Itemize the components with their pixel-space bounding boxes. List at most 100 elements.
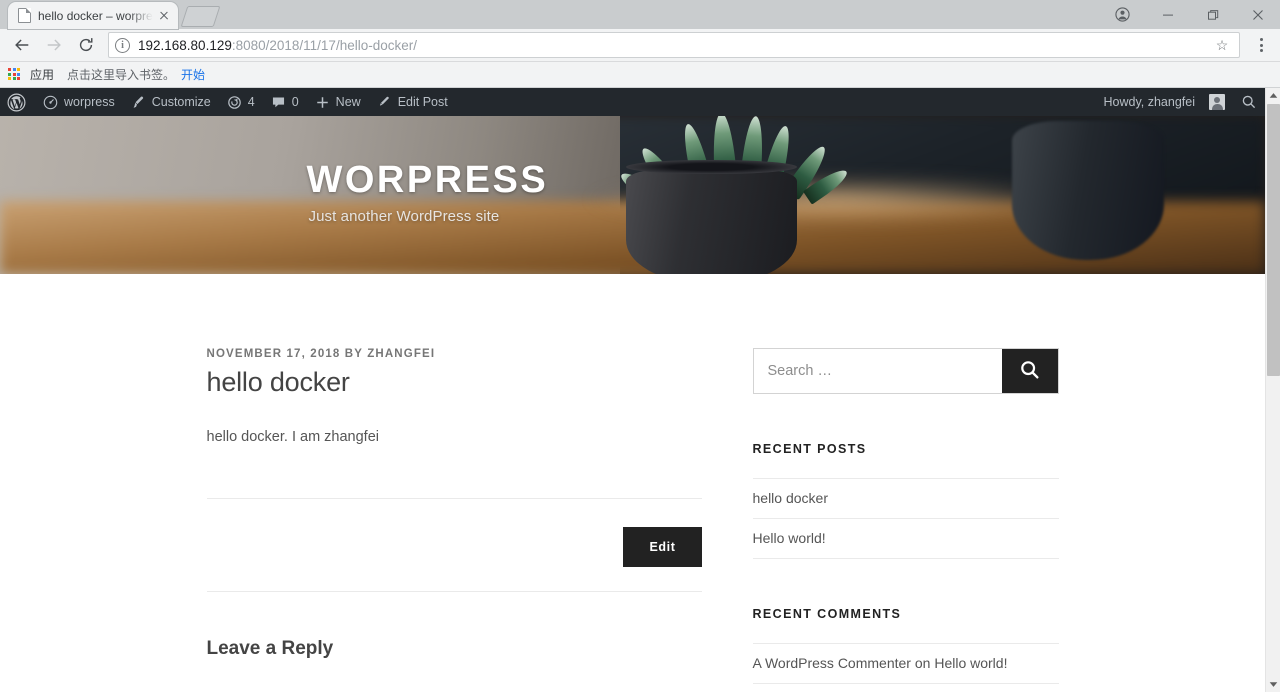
admin-bar-edit-post-label: Edit Post (397, 95, 448, 109)
post-title: hello docker (206, 367, 350, 397)
widget-recent-comments: Recent Comments A WordPress Commenter on… (752, 607, 1059, 684)
tab-title: hello docker – worpress (38, 8, 154, 23)
admin-bar-comments-count: 0 (291, 95, 299, 109)
chrome-browser-window: hello docker – worpress i 192.168.80.129… (0, 0, 1280, 692)
post-meta: NOVEMBER 17, 2018 BY ZHANGFEI (206, 348, 436, 360)
site-header-image: WORPRESS Just another WordPress site (0, 116, 1265, 274)
list-item[interactable]: A WordPress Commenter on Hello world! (752, 643, 1059, 684)
recent-posts-list: hello docker Hello world! (752, 478, 1059, 559)
site-content: NOVEMBER 17, 2018 BY ZHANGFEI hello dock… (0, 274, 1265, 684)
reload-button[interactable] (71, 31, 101, 59)
minimize-icon (1162, 14, 1173, 16)
site-description: Just another WordPress site (308, 208, 500, 225)
pencil-icon (377, 95, 392, 110)
new-tab-button[interactable] (180, 6, 221, 27)
back-button[interactable] (7, 31, 37, 59)
admin-bar-updates-count: 4 (247, 95, 255, 109)
scroll-up-arrow-icon[interactable] (1266, 88, 1280, 103)
bookmark-star-icon[interactable]: ☆ (1211, 37, 1233, 54)
comments-heading: Leave a Reply (206, 637, 334, 659)
post-body: hello docker. I am zhangfei (206, 429, 380, 445)
site-info-icon[interactable]: i (115, 37, 130, 53)
minimize-button[interactable] (1145, 0, 1190, 29)
page-viewport: worpress Customize 4 0 New Edit Post How… (0, 88, 1280, 692)
close-icon (1252, 9, 1263, 20)
address-bar[interactable]: i 192.168.80.129:8080/2018/11/17/hello-d… (108, 32, 1240, 58)
primary-column: NOVEMBER 17, 2018 BY ZHANGFEI hello dock… (206, 348, 702, 684)
chrome-menu-button[interactable] (1248, 31, 1274, 59)
admin-bar-customize[interactable]: Customize (123, 88, 219, 116)
profile-icon (1115, 7, 1130, 22)
admin-bar-comments[interactable]: 0 (263, 88, 307, 116)
bookmark-import-hint: 点击这里导入书签。 (67, 68, 176, 82)
arrow-left-icon (15, 39, 29, 51)
recent-post-link[interactable]: Hello world! (753, 530, 826, 546)
forward-button[interactable] (39, 31, 69, 59)
search-submit-button[interactable] (1001, 349, 1058, 393)
admin-bar-customize-label: Customize (151, 95, 211, 109)
admin-bar-howdy-label: Howdy, zhangfei (1103, 95, 1196, 109)
recent-post-link[interactable]: hello docker (753, 490, 829, 506)
search-icon (1241, 94, 1257, 110)
reload-icon (79, 38, 93, 52)
admin-bar-updates[interactable]: 4 (219, 88, 263, 116)
edit-post-button[interactable]: Edit (623, 526, 702, 567)
admin-bar-site-name[interactable]: worpress (35, 88, 123, 116)
header-text-block: WORPRESS Just another WordPress site (104, 116, 1162, 274)
paintbrush-icon (131, 95, 146, 110)
recent-comments-list: A WordPress Commenter on Hello world! (752, 643, 1059, 684)
list-item[interactable]: Hello world! (752, 518, 1059, 559)
updates-refresh-icon (227, 95, 242, 110)
apps-grid-icon[interactable] (8, 68, 23, 81)
plus-icon (315, 95, 330, 110)
page-scrollbar[interactable] (1265, 88, 1280, 692)
profile-button[interactable] (1100, 0, 1145, 29)
maximize-button[interactable] (1190, 0, 1235, 29)
window-controls (1100, 0, 1280, 29)
browser-tab-hello-docker[interactable]: hello docker – worpress (8, 2, 178, 29)
sidebar: Recent Posts hello docker Hello world! R… (752, 348, 1059, 684)
url-text: 192.168.80.129:8080/2018/11/17/hello-doc… (138, 38, 417, 53)
url-path: :8080/2018/11/17/hello-docker/ (231, 37, 417, 53)
bookmark-import-link[interactable]: 开始 (181, 66, 205, 83)
list-item[interactable]: hello docker (752, 478, 1059, 518)
comment-author-link[interactable]: A WordPress Commenter (753, 655, 911, 671)
admin-bar-wp-logo[interactable] (0, 88, 35, 116)
wp-admin-bar: worpress Customize 4 0 New Edit Post How… (0, 88, 1265, 116)
content-columns: NOVEMBER 17, 2018 BY ZHANGFEI hello dock… (206, 348, 1059, 684)
bookmark-apps-label[interactable]: 应用 (30, 66, 54, 83)
maximize-icon (1207, 9, 1218, 20)
avatar (1209, 94, 1225, 110)
url-host: 192.168.80.129 (138, 37, 232, 53)
arrow-right-icon (47, 39, 61, 51)
admin-bar-search[interactable] (1233, 88, 1265, 116)
post-edit-row: Edit (207, 499, 702, 591)
search-input[interactable] (753, 349, 1002, 393)
wordpress-logo-icon (7, 93, 26, 112)
admin-bar-edit-post[interactable]: Edit Post (369, 88, 456, 116)
comment-connector: on (910, 655, 935, 671)
scrollbar-thumb[interactable] (1267, 104, 1280, 376)
admin-bar-my-account[interactable]: Howdy, zhangfei (1096, 88, 1234, 116)
post-divider-bottom (206, 590, 702, 592)
bookmarks-bar: 应用 点击这里导入书签。 开始 (0, 62, 1280, 88)
search-icon (1019, 359, 1041, 384)
comment-bubble-icon (271, 95, 286, 110)
site-title[interactable]: WORPRESS (307, 161, 549, 199)
browser-toolbar: i 192.168.80.129:8080/2018/11/17/hello-d… (0, 29, 1280, 62)
admin-bar-new-label: New (335, 95, 361, 109)
tab-strip: hello docker – worpress (0, 0, 1280, 29)
comment-post-link[interactable]: Hello world! (934, 655, 1007, 671)
close-button[interactable] (1235, 0, 1280, 29)
scroll-down-arrow-icon[interactable] (1266, 677, 1280, 692)
widget-title-recent-comments: Recent Comments (752, 607, 902, 621)
widget-title-recent-posts: Recent Posts (752, 442, 867, 456)
close-icon[interactable] (156, 8, 172, 24)
dashboard-gauge-icon (43, 95, 58, 110)
page-icon (18, 8, 31, 23)
widget-recent-posts: Recent Posts hello docker Hello world! (752, 442, 1059, 559)
admin-bar-new[interactable]: New (307, 88, 369, 116)
admin-bar-site-label: worpress (64, 95, 115, 109)
search-widget (752, 348, 1059, 394)
post-article: NOVEMBER 17, 2018 BY ZHANGFEI hello dock… (206, 348, 702, 660)
